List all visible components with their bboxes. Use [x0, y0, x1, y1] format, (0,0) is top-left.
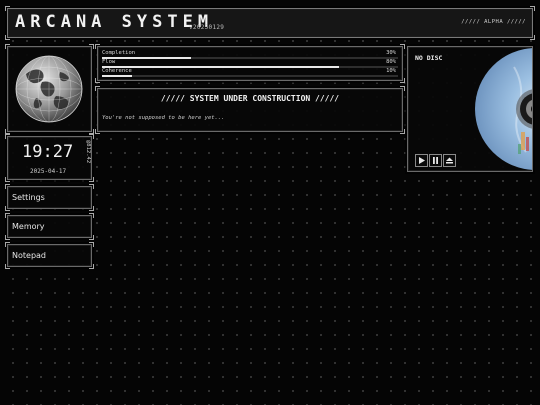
completion-meter: Completion 30% — [102, 50, 398, 59]
disc-player-panel: NO DISC — [407, 46, 533, 172]
disc-icon — [475, 48, 532, 170]
notepad-button-label: Notepad — [12, 251, 46, 260]
memory-button-label: Memory — [12, 222, 45, 231]
eject-icon — [446, 157, 453, 164]
clock-panel: 19:27 2025-04-17 @812.42 — [5, 134, 94, 182]
settings-button[interactable]: Settings — [5, 184, 94, 211]
player-status: NO DISC — [415, 54, 443, 62]
progress-meters-panel: Completion 30% Flow 80% Coherence 10% — [95, 44, 405, 83]
app-header: ARCANA SYSTEM v20250129 ///// ALPHA ////… — [5, 6, 535, 40]
globe-icon — [15, 55, 83, 123]
pause-button[interactable] — [429, 154, 442, 167]
construction-panel: ///// SYSTEM UNDER CONSTRUCTION ///// Yo… — [95, 86, 405, 134]
app-title: ARCANA SYSTEM — [15, 12, 214, 32]
settings-button-label: Settings — [12, 193, 45, 202]
globe-panel — [5, 44, 94, 134]
memory-button[interactable]: Memory — [5, 213, 94, 240]
alpha-badge: ///// ALPHA ///// — [461, 19, 526, 25]
meter-percent: 30% — [386, 50, 396, 56]
play-button[interactable] — [415, 154, 428, 167]
coherence-meter: Coherence 10% — [102, 68, 398, 77]
meter-label: Flow — [102, 59, 116, 65]
meter-label: Coherence — [102, 68, 132, 74]
meter-track — [102, 75, 398, 77]
meter-percent: 10% — [386, 68, 396, 74]
meter-fill — [102, 75, 132, 77]
play-icon — [419, 157, 425, 164]
flow-meter: Flow 80% — [102, 59, 398, 68]
meter-percent: 80% — [386, 59, 396, 65]
clock-date: 2025-04-17 — [30, 168, 67, 175]
construction-title: ///// SYSTEM UNDER CONSTRUCTION ///// — [160, 94, 340, 103]
clock-time: 19:27 — [22, 142, 74, 162]
notepad-button[interactable]: Notepad — [5, 242, 94, 269]
construction-message: You're not supposed to be here yet... — [102, 115, 225, 121]
clock-code: @812.42 — [85, 140, 91, 164]
pause-icon — [433, 157, 438, 164]
meter-label: Completion — [102, 50, 136, 56]
app-version: v20250129 — [189, 24, 225, 31]
eject-button[interactable] — [443, 154, 456, 167]
